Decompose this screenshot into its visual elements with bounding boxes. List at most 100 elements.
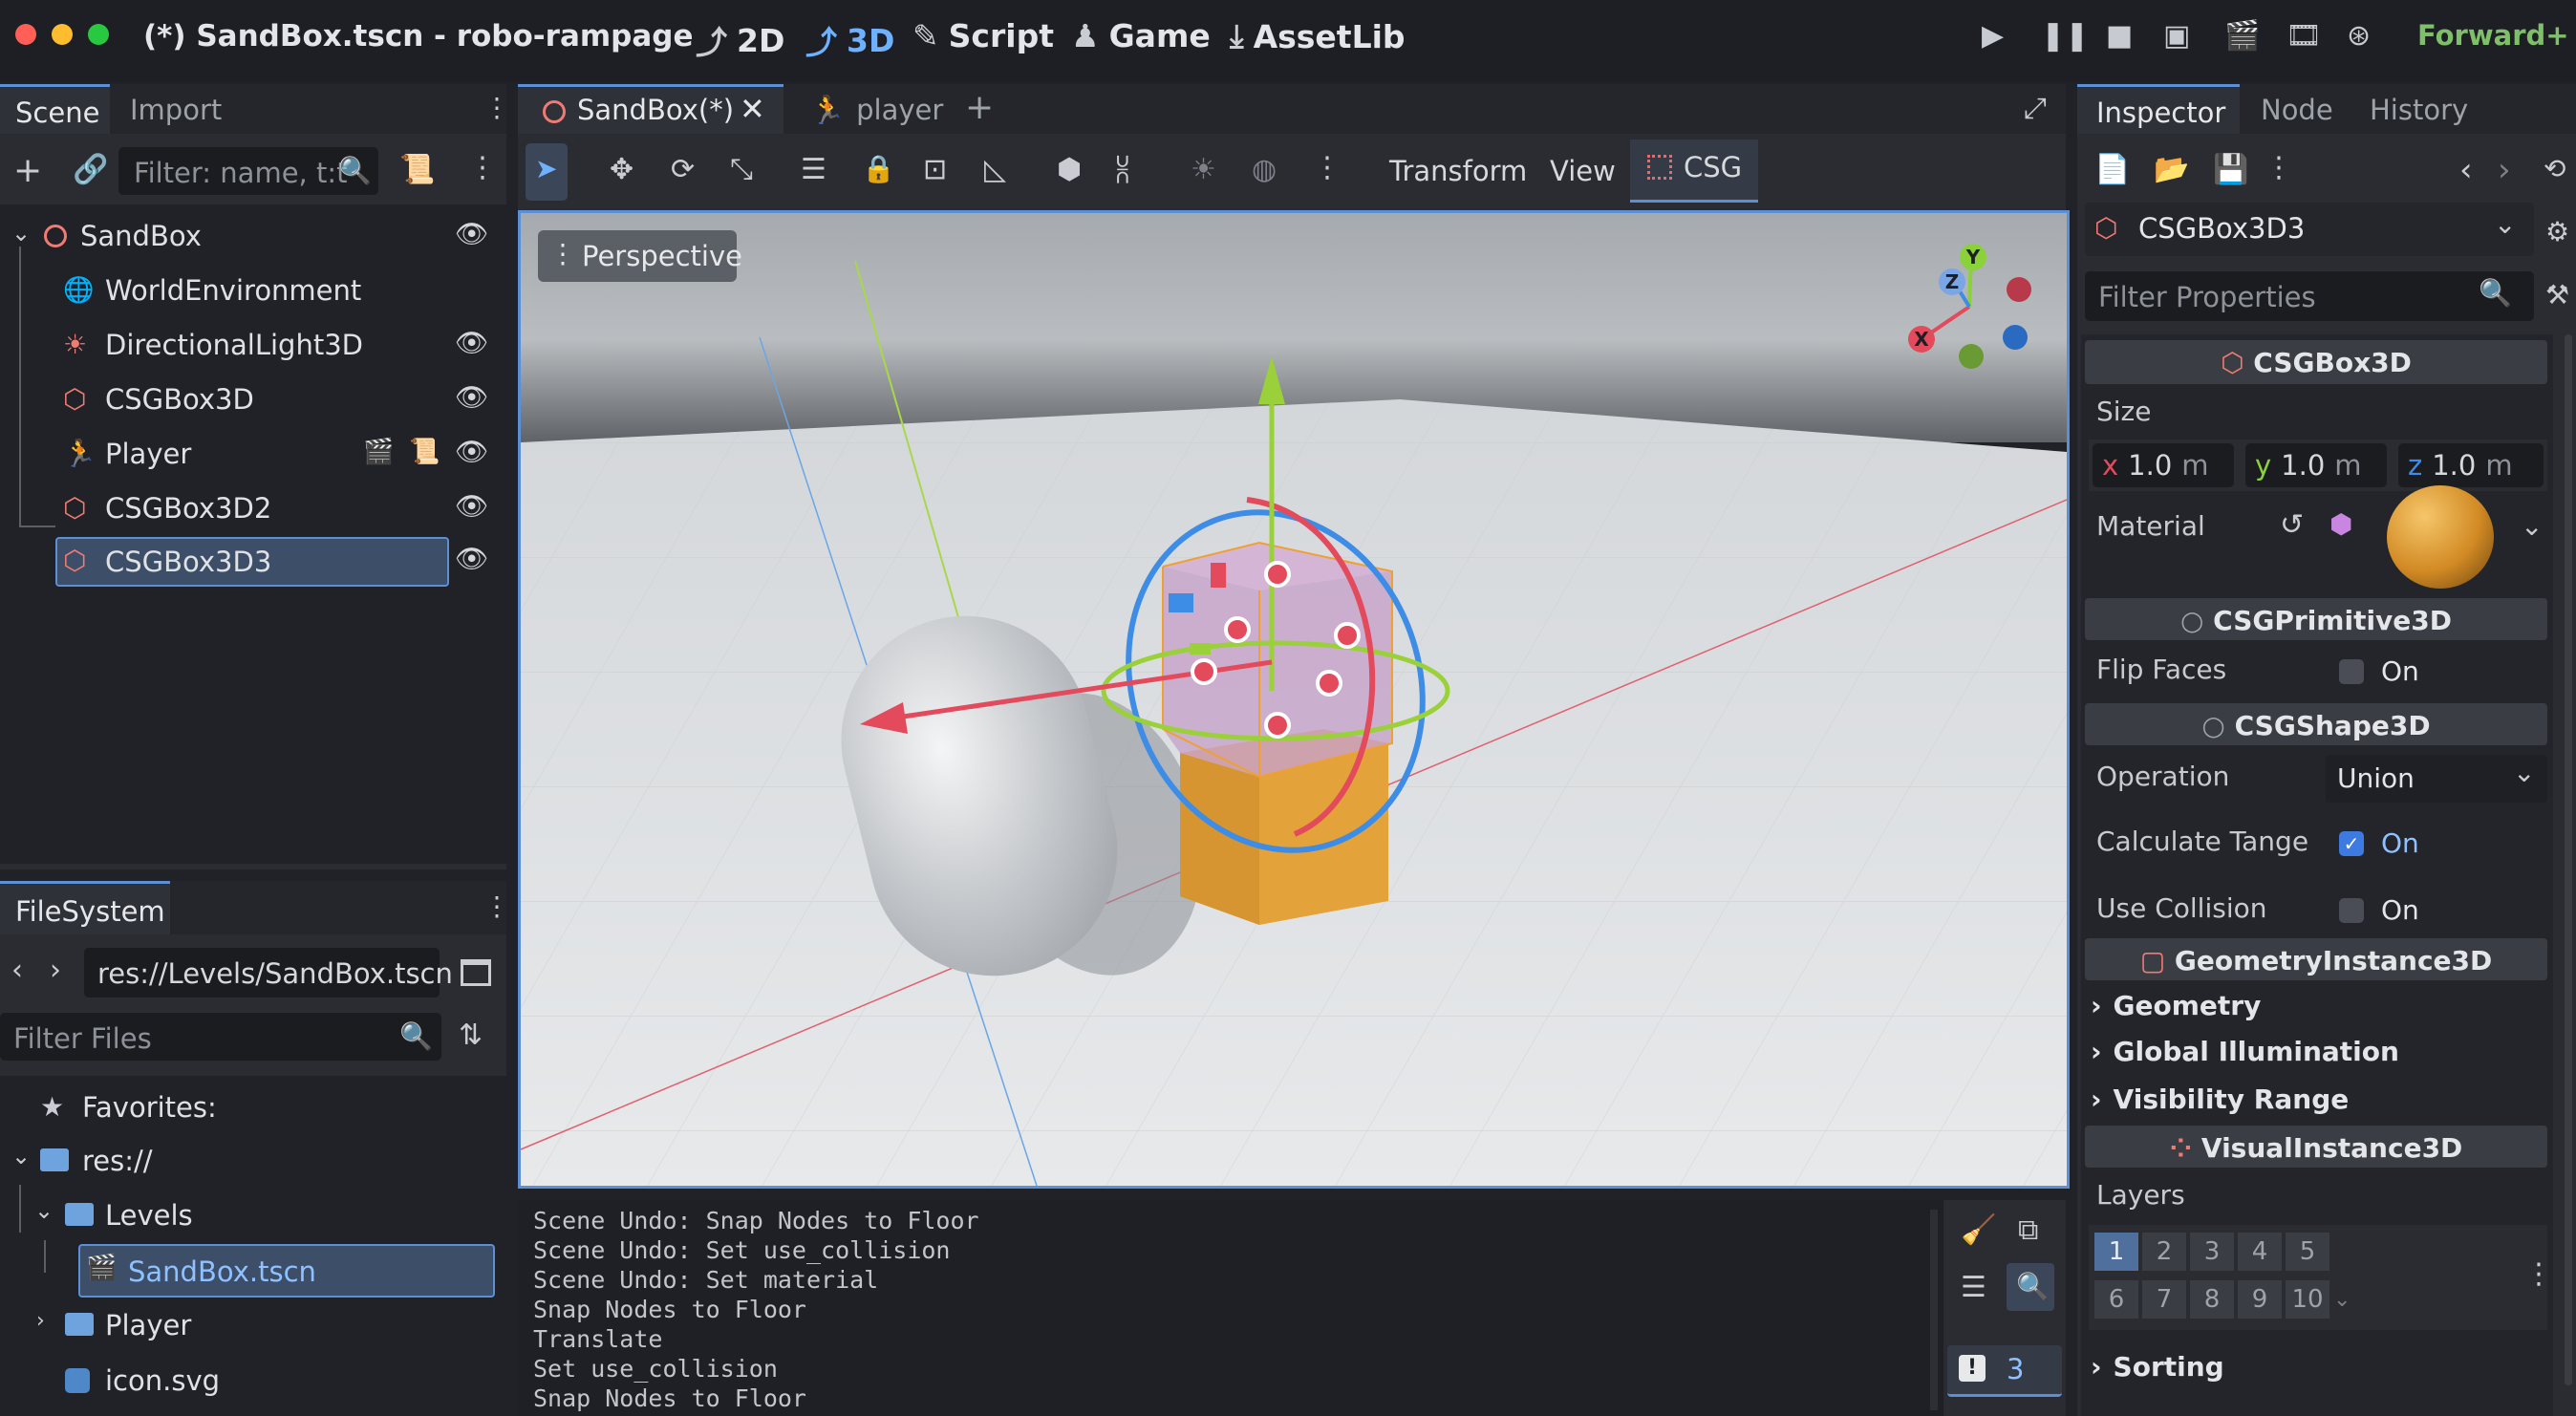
- favorites-item[interactable]: ★ Favorites:: [0, 1085, 506, 1131]
- view-gizmo[interactable]: Y Z X: [1897, 240, 2040, 383]
- levels-folder-item[interactable]: ⌄ Levels: [0, 1193, 506, 1239]
- snap-icon[interactable]: ⩈: [1116, 153, 1129, 186]
- more-icon[interactable]: ⋮: [1313, 151, 1342, 184]
- layer-cell[interactable]: 10: [2286, 1280, 2329, 1319]
- history-back-icon[interactable]: ‹: [2459, 151, 2473, 189]
- main-tab-script[interactable]: ✎ Script: [912, 17, 1054, 54]
- material-preview[interactable]: [2387, 485, 2494, 589]
- forward-icon[interactable]: ›: [50, 954, 61, 987]
- group-geometry[interactable]: › Geometry: [2091, 990, 2261, 1021]
- main-tab-assetlib[interactable]: ⤓ AssetLib: [1230, 17, 1406, 55]
- copy-icon[interactable]: ⧉: [2018, 1213, 2038, 1247]
- back-icon[interactable]: ‹: [11, 954, 23, 987]
- sandbox-file-item[interactable]: 🎬 SandBox.tscn: [78, 1244, 495, 1298]
- layer-cell[interactable]: 2: [2142, 1233, 2186, 1271]
- sort-icon[interactable]: ⇅: [459, 1019, 483, 1052]
- icon-file-item[interactable]: icon.svg: [0, 1359, 506, 1405]
- layer-cell[interactable]: 7: [2142, 1280, 2186, 1319]
- group-visibility-range[interactable]: › Visibility Range: [2091, 1083, 2349, 1115]
- section-csgbox3d[interactable]: ⬡ CSGBox3D: [2085, 340, 2547, 384]
- x-axis-button[interactable]: X: [1908, 326, 1935, 353]
- inspector-scrollbar[interactable]: [2565, 334, 2572, 1385]
- sun-preview-icon[interactable]: ☀: [1191, 153, 1216, 186]
- collapse-icon[interactable]: ☰: [1961, 1271, 1986, 1304]
- new-resource-icon[interactable]: 📄: [2094, 153, 2130, 186]
- add-tab-icon[interactable]: +: [965, 88, 994, 127]
- visibility-eye-icon[interactable]: 👁: [455, 490, 489, 522]
- filter-properties-input[interactable]: Filter Properties: [2085, 271, 2534, 321]
- main-tab-3d[interactable]: ⤴ 3D: [805, 17, 894, 63]
- chevron-down-icon[interactable]: ⌄: [2333, 1288, 2351, 1312]
- select-tool-button[interactable]: ➤: [526, 143, 568, 201]
- use-collision-checkbox[interactable]: [2339, 898, 2364, 923]
- visibility-eye-icon[interactable]: 👁: [455, 327, 489, 358]
- layer-cell[interactable]: 6: [2094, 1280, 2138, 1319]
- layer-cell[interactable]: 5: [2286, 1233, 2329, 1271]
- dock-menu-icon[interactable]: ⋮: [483, 92, 510, 123]
- save-icon[interactable]: 💾: [2213, 153, 2248, 186]
- tree-item-worldenvironment[interactable]: 🌐 WorldEnvironment: [0, 267, 506, 314]
- size-y-field[interactable]: y 1.0 m: [2245, 443, 2387, 487]
- chevron-right-icon[interactable]: ›: [36, 1309, 45, 1333]
- filter-files-input[interactable]: Filter Files: [0, 1013, 441, 1061]
- tab-history[interactable]: History: [2370, 94, 2468, 126]
- layer-cell[interactable]: 4: [2238, 1233, 2282, 1271]
- movie-maker-icon[interactable]: ⊛: [2347, 19, 2371, 53]
- visibility-eye-icon[interactable]: 👁: [455, 543, 489, 574]
- section-csgshape3d[interactable]: ○ CSGShape3D: [2085, 703, 2547, 745]
- script-icon[interactable]: 📜: [409, 438, 440, 466]
- error-filter-button[interactable]: ! 3: [1947, 1345, 2062, 1397]
- perspective-menu[interactable]: ⋮ Perspective: [538, 230, 742, 282]
- pause-icon[interactable]: ❚❚: [2041, 19, 2089, 53]
- chevron-down-icon[interactable]: ⌄: [2521, 510, 2543, 542]
- tree-item-csgbox3d3[interactable]: ⬡ CSGBox3D3: [55, 537, 449, 587]
- group-icon[interactable]: ⊡: [923, 153, 947, 186]
- list-select-icon[interactable]: ☰: [801, 153, 826, 186]
- csg-menu[interactable]: CSG: [1630, 139, 1758, 203]
- attach-script-icon[interactable]: 📜: [399, 153, 435, 186]
- dock-menu-icon[interactable]: ⋮: [483, 890, 510, 922]
- renderer-selector[interactable]: Forward+: [2417, 19, 2569, 52]
- tab-inspector[interactable]: Inspector: [2077, 84, 2240, 134]
- object-selector[interactable]: ⬡ CSGBox3D3 ⌄: [2085, 203, 2534, 256]
- tree-item-csgbox3d[interactable]: ⬡ CSGBox3D 👁: [0, 375, 506, 423]
- main-tab-2d[interactable]: ⤴ 2D: [696, 17, 784, 63]
- tree-item-csgbox3d2[interactable]: ⬡ CSGBox3D2 👁: [0, 484, 506, 532]
- more-icon[interactable]: ⋮: [468, 151, 497, 184]
- view-menu[interactable]: View: [1550, 155, 1616, 187]
- chevron-down-icon[interactable]: ⌄: [11, 220, 31, 247]
- main-tab-game[interactable]: ♟ Game: [1071, 17, 1211, 54]
- more-icon[interactable]: ⋮: [2524, 1257, 2553, 1291]
- 3d-viewport[interactable]: ⋮ Perspective Y Z X: [518, 210, 2070, 1189]
- clear-output-icon[interactable]: 🧹: [1961, 1213, 1996, 1247]
- tab-filesystem[interactable]: FileSystem: [0, 881, 170, 934]
- visibility-eye-icon[interactable]: 👁: [455, 381, 489, 413]
- tab-import[interactable]: Import: [130, 94, 222, 126]
- environment-preview-icon[interactable]: ◍: [1252, 153, 1277, 186]
- calculate-tangents-checkbox[interactable]: ✓: [2339, 831, 2364, 856]
- history-forward-icon[interactable]: ›: [2498, 151, 2511, 189]
- close-tab-icon[interactable]: ✕: [740, 91, 765, 127]
- tab-scene[interactable]: Scene: [0, 84, 110, 134]
- layer-cell[interactable]: 3: [2190, 1233, 2234, 1271]
- y-axis-button[interactable]: Y: [1960, 244, 1986, 270]
- lock-icon[interactable]: 🔒: [862, 153, 895, 184]
- move-tool-icon[interactable]: ✥: [610, 153, 633, 186]
- scene-tab-player[interactable]: 🏃 player: [810, 94, 943, 127]
- close-window-button[interactable]: [15, 24, 36, 45]
- property-tools-icon[interactable]: ⚒: [2545, 279, 2569, 311]
- z-axis-button[interactable]: Z: [1939, 268, 1965, 295]
- visibility-eye-icon[interactable]: 👁: [455, 436, 489, 467]
- scene-tab-sandbox[interactable]: SandBox(*) ✕: [518, 84, 784, 134]
- ruler-icon[interactable]: ◺: [984, 153, 1006, 186]
- remote-debug-icon[interactable]: ▣: [2163, 19, 2190, 53]
- scale-tool-icon[interactable]: ⤡: [730, 153, 753, 186]
- chevron-down-icon[interactable]: ⌄: [11, 1143, 31, 1169]
- flip-faces-checkbox[interactable]: [2339, 659, 2364, 684]
- local-space-icon[interactable]: ⬢: [1057, 153, 1082, 186]
- transform-menu[interactable]: Transform: [1389, 155, 1527, 187]
- rotate-tool-icon[interactable]: ⟳: [671, 153, 695, 186]
- section-visualinstance3d[interactable]: ⁘ VisualInstance3D: [2085, 1126, 2547, 1168]
- split-view-icon[interactable]: [461, 959, 491, 986]
- play-scene-icon[interactable]: 🎬: [2224, 19, 2260, 53]
